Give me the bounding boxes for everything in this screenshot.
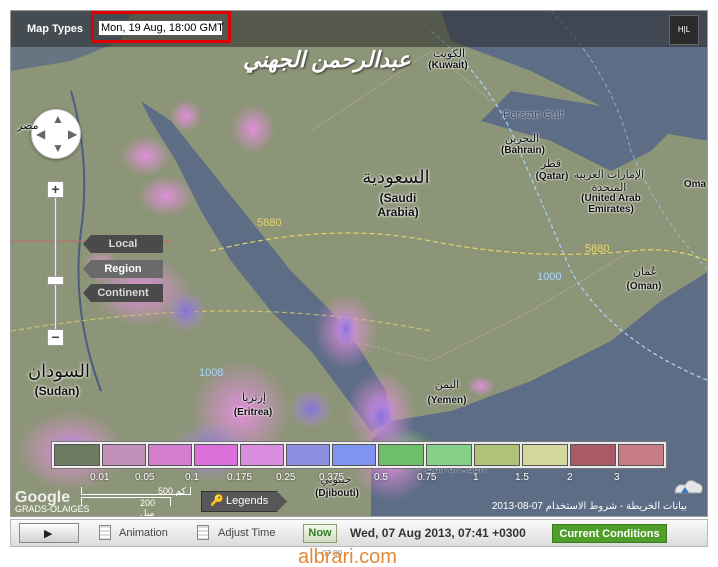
adjust-time-button[interactable]: Adjust Time xyxy=(218,527,275,539)
map-types-menu[interactable]: Map Types xyxy=(27,23,83,35)
legend-swatch xyxy=(332,444,376,466)
legend-swatch xyxy=(194,444,238,466)
current-conditions-button[interactable]: Current Conditions xyxy=(552,524,667,543)
legend-value: 3 xyxy=(614,472,620,483)
legend-value: 1 xyxy=(473,472,479,483)
legend-value: 0.25 xyxy=(276,472,296,483)
scale-km: 500 كم xyxy=(81,487,191,496)
scale-mi: 200 ميل xyxy=(81,497,171,516)
key-icon: 🔑 xyxy=(210,495,224,507)
legend-value: 0.01 xyxy=(90,472,110,483)
zoom-slider-thumb[interactable] xyxy=(47,276,64,285)
legend-value: 0.75 xyxy=(417,472,437,483)
label-uae-en: (United Arab Emirates) xyxy=(581,193,641,215)
now-button[interactable]: Now xyxy=(303,524,337,543)
legend-swatch xyxy=(570,444,616,466)
current-time: Wed, 07 Aug 2013, 07:41 +0300 xyxy=(350,526,526,540)
contour-label: 1008 xyxy=(199,367,224,379)
label-egypt-partial: مصر xyxy=(17,120,39,132)
label-qatar-ar: قطر xyxy=(540,158,562,170)
pan-up-icon[interactable]: ▲ xyxy=(52,112,64,126)
map-terms-link[interactable]: 2013-08-07 بيانات الخريطة - شروط الاستخد… xyxy=(492,501,687,512)
legend-swatch xyxy=(286,444,330,466)
time-toolbar: ▶ Animation Adjust Time Now Wed, 07 Aug … xyxy=(10,519,708,547)
legend-swatch xyxy=(54,444,100,466)
label-saudi-ar: السعودية xyxy=(362,167,430,187)
label-sudan-en: (Sudan) xyxy=(34,384,80,398)
zoom-in-button[interactable]: + xyxy=(47,181,64,198)
label-yemen-en: (Yemen) xyxy=(427,395,467,406)
legends-label: Legends xyxy=(226,495,269,507)
high-low-toggle-icon[interactable]: H|L xyxy=(669,15,699,45)
legend-swatch xyxy=(378,444,424,466)
label-bahrain-en: (Bahrain) xyxy=(501,145,545,156)
label-bahrain-ar: البحرين xyxy=(504,133,540,145)
pan-down-icon[interactable]: ▼ xyxy=(52,141,64,155)
map-viewport[interactable]: Map Types Mon, 19 Aug, 18:00 GMT H|L عبد… xyxy=(10,10,708,517)
site-watermark: albrari.com xyxy=(298,546,397,567)
legend-swatch xyxy=(618,444,664,466)
label-yemen-ar: اليمن xyxy=(434,379,460,391)
animation-calendar-icon xyxy=(99,525,111,540)
legend-value: 0.05 xyxy=(135,472,155,483)
legend-swatch xyxy=(426,444,472,466)
label-kuwait-ar: الكويت xyxy=(432,48,466,60)
legend-value: 0.5 xyxy=(374,472,388,483)
weather-cloud-icon xyxy=(674,479,703,494)
zoom-out-button[interactable]: − xyxy=(47,329,64,346)
zoom-slider-track[interactable] xyxy=(54,191,57,339)
contour-label: 5880 xyxy=(257,217,282,229)
label-djibouti-en: (Djibouti) xyxy=(315,488,359,499)
label-sudan-ar: السودان xyxy=(27,361,91,381)
legend-swatch xyxy=(240,444,284,466)
label-oman-en: (Oman) xyxy=(626,281,662,292)
label-uae-ar: الإمارات العربية المتحدة xyxy=(573,169,645,194)
weather-map-app: Map Types Mon, 19 Aug, 18:00 GMT H|L عبد… xyxy=(0,0,718,567)
datetime-highlight-frame: Mon, 19 Aug, 18:00 GMT xyxy=(91,11,231,43)
terms-text[interactable]: بيانات الخريطة - شروط الاستخدام xyxy=(546,501,687,512)
label-oman-ar: عُمان xyxy=(632,266,658,278)
legend-swatch xyxy=(474,444,520,466)
play-icon: ▶ xyxy=(44,528,53,540)
label-eritrea-en: (Eritrea) xyxy=(233,407,273,418)
label-saudi-en: (Saudi Arabia) xyxy=(377,191,419,219)
map-scale-bar: 500 كم 200 ميل xyxy=(81,487,191,516)
scale-local-button[interactable]: Local xyxy=(83,235,163,253)
scale-continent-button[interactable]: Continent xyxy=(83,284,163,302)
legend-swatch xyxy=(102,444,146,466)
legend-swatch xyxy=(148,444,192,466)
data-date: 2013-08-07 xyxy=(491,501,543,512)
animation-button[interactable]: Animation xyxy=(119,527,168,539)
author-watermark: عبدالرحمن الجهني xyxy=(243,47,411,72)
adjust-time-calendar-icon xyxy=(197,525,209,540)
forecast-datetime-field[interactable]: Mon, 19 Aug, 18:00 GMT xyxy=(98,20,224,36)
legends-button[interactable]: 🔑 Legends xyxy=(201,491,287,512)
legend-swatch xyxy=(522,444,568,466)
label-persian-gulf: Persian Gulf xyxy=(503,109,564,121)
label-eritrea-ar: إرتريا xyxy=(242,392,266,404)
legend-value: 0.175 xyxy=(227,472,253,483)
legend-value: 2 xyxy=(567,472,573,483)
map-top-bar: Map Types Mon, 19 Aug, 18:00 GMT H|L xyxy=(11,11,707,47)
label-oman-partial: Oma xyxy=(683,179,707,190)
legend-value: 0.375 xyxy=(319,472,345,483)
pan-right-icon[interactable]: ▶ xyxy=(68,127,77,141)
label-kuwait-en: (Kuwait) xyxy=(428,60,468,71)
pan-control[interactable]: ▲ ◀ ▶ ▼ xyxy=(31,109,81,159)
imagery-credit: GRADS-OLAIGES xyxy=(15,504,90,514)
contour-label: 1000 xyxy=(537,271,562,283)
scale-region-button[interactable]: Region xyxy=(83,260,163,278)
legend-value: 0.1 xyxy=(185,472,199,483)
label-qatar-en: (Qatar) xyxy=(535,171,569,182)
play-button[interactable]: ▶ xyxy=(19,523,79,543)
contour-label: 5880 xyxy=(585,243,610,255)
legend-value: 1.5 xyxy=(515,472,529,483)
precipitation-legend-bar xyxy=(51,441,667,469)
